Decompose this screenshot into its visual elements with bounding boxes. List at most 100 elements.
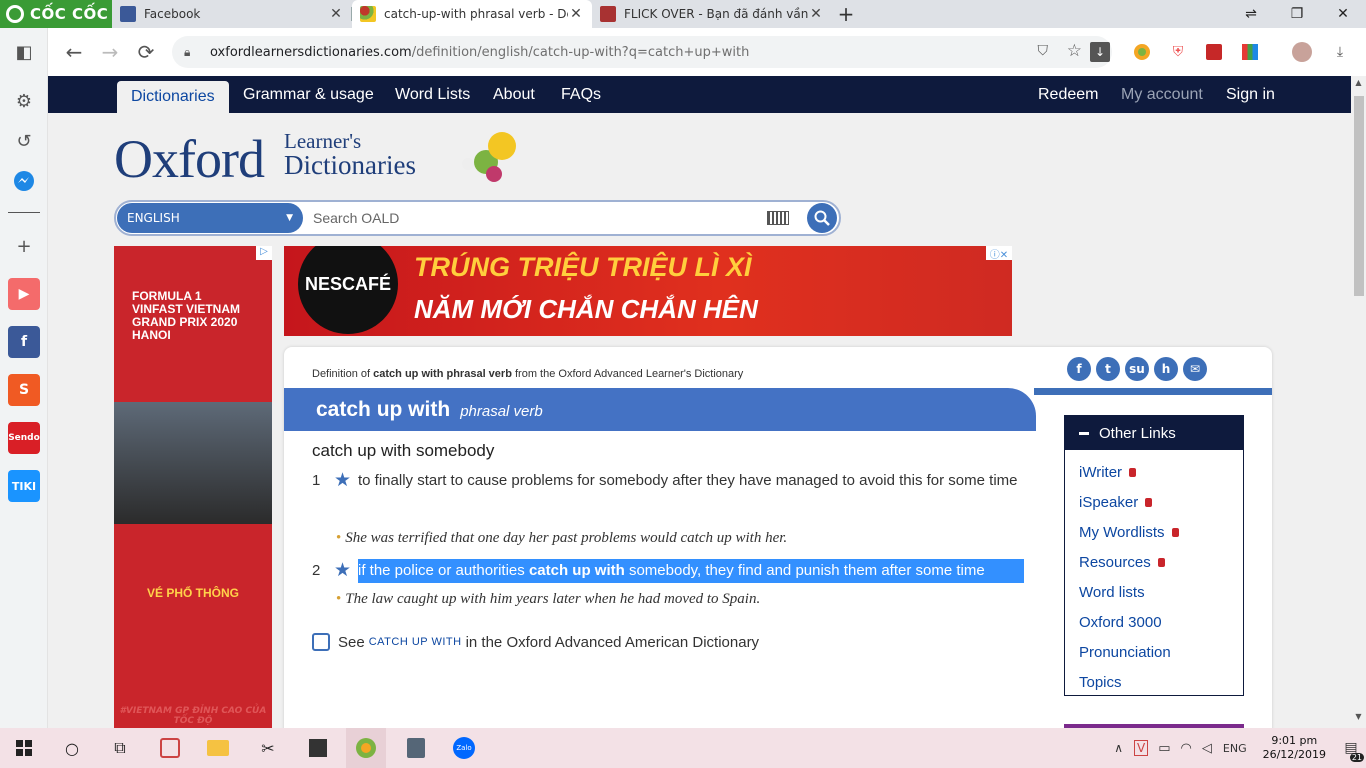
youtube-icon[interactable]: ▶ xyxy=(8,278,40,310)
link-word-lists[interactable]: Word lists xyxy=(1079,577,1243,607)
link-resources[interactable]: Resources xyxy=(1079,547,1243,577)
sendo-icon[interactable]: Sendo xyxy=(8,422,40,454)
adblock-icon[interactable]: ⛨ xyxy=(1168,42,1188,62)
volume-icon[interactable]: ◁ xyxy=(1202,741,1212,756)
wifi-icon[interactable]: ◠ xyxy=(1181,741,1192,756)
link-label: Resources xyxy=(1079,553,1151,571)
side-advertisement[interactable]: ▷ FORMULA 1 VINFAST VIETNAM GRAND PRIX 2… xyxy=(114,246,272,728)
dictionary-select[interactable]: ENGLISH ▼ xyxy=(117,203,303,233)
restore-icon[interactable]: ❐ xyxy=(1274,0,1320,28)
windows-start-icon[interactable] xyxy=(4,728,44,768)
tiki-icon[interactable]: TIKI xyxy=(8,470,40,502)
banner-advertisement[interactable]: NESCAFÉ TRÚNG TRIỆU TRIỆU LÌ XÌ NĂM MỚI … xyxy=(284,246,1012,336)
scroll-up-icon[interactable]: ▲ xyxy=(1351,78,1366,92)
task-view-icon[interactable]: ⧉ xyxy=(100,728,140,768)
link-oxford-3000[interactable]: Oxford 3000 xyxy=(1079,607,1243,637)
add-panel-icon[interactable]: + xyxy=(8,230,40,262)
link-topics[interactable]: Topics xyxy=(1079,667,1243,697)
tab-close-icon[interactable]: ✕ xyxy=(328,6,344,22)
tab-close-icon[interactable]: ✕ xyxy=(808,6,824,22)
page-scrollbar[interactable]: ▲ ▼ xyxy=(1351,76,1366,728)
nav-redeem[interactable]: Redeem xyxy=(1038,76,1098,113)
sense-2: 2 ★ if the police or authorities catch u… xyxy=(312,559,1032,583)
facebook-icon[interactable]: f xyxy=(8,326,40,358)
file-explorer-icon[interactable] xyxy=(198,728,238,768)
profile-avatar[interactable] xyxy=(1292,42,1312,62)
coccoc-ext-icon[interactable] xyxy=(1132,42,1152,62)
unikey-icon[interactable]: V xyxy=(1134,740,1149,756)
def-part: somebody, they find and punish them afte… xyxy=(624,562,985,579)
stumbleupon-share-icon[interactable]: su xyxy=(1125,357,1149,381)
nav-grammar-usage[interactable]: Grammar & usage xyxy=(243,76,374,113)
definition-source: Definition of catch up with phrasal verb… xyxy=(312,368,743,380)
settings-icon[interactable]: ⚙ xyxy=(8,85,40,117)
bookmark-star-icon[interactable]: ☆ xyxy=(1067,41,1082,61)
shield-icon[interactable]: ⛉ xyxy=(1038,43,1049,59)
tab-flickover[interactable]: FLICK OVER - Bạn đã đánh vần đúr ✕ xyxy=(592,0,832,28)
reload-icon[interactable]: ⟳ xyxy=(128,34,164,70)
link-my-wordlists[interactable]: My Wordlists xyxy=(1079,517,1243,547)
hi5-share-icon[interactable]: h xyxy=(1154,357,1178,381)
notifications-icon[interactable]: ▤ 21 xyxy=(1336,728,1366,768)
clock[interactable]: 9:01 pm 26/12/2019 xyxy=(1263,734,1326,762)
scroll-thumb[interactable] xyxy=(1354,96,1364,296)
search-circle-icon[interactable]: ○ xyxy=(52,728,92,768)
tab-facebook[interactable]: Facebook ✕ xyxy=(112,0,352,28)
entry-card: Definition of catch up with phrasal verb… xyxy=(284,347,1272,728)
extension-red-icon[interactable] xyxy=(1204,42,1224,62)
downloads-icon[interactable]: ⤓ xyxy=(1330,42,1350,62)
email-share-icon[interactable]: ✉ xyxy=(1183,357,1207,381)
nav-sign-in[interactable]: Sign in xyxy=(1226,76,1275,113)
clock-time: 9:01 pm xyxy=(1271,734,1318,747)
keyboard-icon[interactable] xyxy=(767,211,789,225)
zalo-icon[interactable]: Zalo xyxy=(444,728,484,768)
app-icon-2[interactable]: ✂ xyxy=(248,728,288,768)
language-indicator[interactable]: ENG xyxy=(1223,742,1247,755)
shopee-icon[interactable]: S xyxy=(8,374,40,406)
tab-search-icon[interactable]: ⇌ xyxy=(1228,0,1274,28)
close-window-icon[interactable]: ✕ xyxy=(1320,0,1366,28)
tab-close-icon[interactable]: ✕ xyxy=(568,6,584,22)
back-icon[interactable]: ← xyxy=(56,34,92,70)
facebook-share-icon[interactable]: f xyxy=(1067,357,1091,381)
address-bar[interactable]: 🔒︎ oxfordlearnersdictionaries.com/defini… xyxy=(172,36,1112,68)
sticky-notes-icon[interactable] xyxy=(298,728,338,768)
tab-oxford[interactable]: catch-up-with phrasal verb - Defin ✕ xyxy=(352,0,592,28)
app-icon-1[interactable] xyxy=(150,728,190,768)
history-icon[interactable]: ↺ xyxy=(8,125,40,157)
nav-my-account[interactable]: My account xyxy=(1121,76,1203,113)
brand-label: CỐC CỐC xyxy=(30,5,109,23)
coccoc-taskbar-icon[interactable] xyxy=(346,728,386,768)
battery-icon[interactable]: ▭ xyxy=(1158,741,1170,756)
twitter-share-icon[interactable]: t xyxy=(1096,357,1120,381)
url-domain: oxfordlearnersdictionaries.com xyxy=(210,44,412,60)
messenger-icon[interactable] xyxy=(8,165,40,197)
link-pronunciation[interactable]: Pronunciation xyxy=(1079,637,1243,667)
search-input[interactable]: Search OALD xyxy=(303,210,767,226)
app-icon-3[interactable] xyxy=(396,728,436,768)
see-link[interactable]: CATCH UP WITH xyxy=(369,636,462,648)
forward-icon[interactable]: → xyxy=(92,34,128,70)
sidebar-toggle-icon[interactable]: ◧ xyxy=(8,36,40,68)
link-ispeaker[interactable]: iSpeaker xyxy=(1079,487,1243,517)
search-button[interactable] xyxy=(807,203,837,233)
download-page-icon[interactable]: ↓ xyxy=(1090,42,1110,62)
see-suffix: in the Oxford Advanced American Dictiona… xyxy=(465,633,760,651)
notification-count: 21 xyxy=(1349,753,1364,762)
link-label: iSpeaker xyxy=(1079,493,1139,511)
tray-expand-icon[interactable]: ∧ xyxy=(1114,741,1123,755)
scroll-down-icon[interactable]: ▼ xyxy=(1351,712,1366,726)
nav-dictionaries[interactable]: Dictionaries xyxy=(117,81,229,113)
nav-word-lists[interactable]: Word Lists xyxy=(395,76,470,113)
see-also[interactable]: See CATCH UP WITH in the Oxford Advanced… xyxy=(312,633,759,651)
nav-about[interactable]: About xyxy=(493,76,535,113)
new-tab-button[interactable]: + xyxy=(832,0,860,28)
nav-faqs[interactable]: FAQs xyxy=(561,76,601,113)
other-links-header[interactable]: Other Links xyxy=(1065,416,1243,450)
ad-close-icon[interactable]: ⓘ✕ xyxy=(986,246,1012,261)
link-label: Pronunciation xyxy=(1079,643,1171,661)
coccoc-brand[interactable]: CỐC CỐC xyxy=(0,0,112,28)
extension-grid-icon[interactable] xyxy=(1240,42,1260,62)
adchoices-icon[interactable]: ▷ xyxy=(256,246,272,260)
link-iwriter[interactable]: iWriter xyxy=(1079,457,1243,487)
